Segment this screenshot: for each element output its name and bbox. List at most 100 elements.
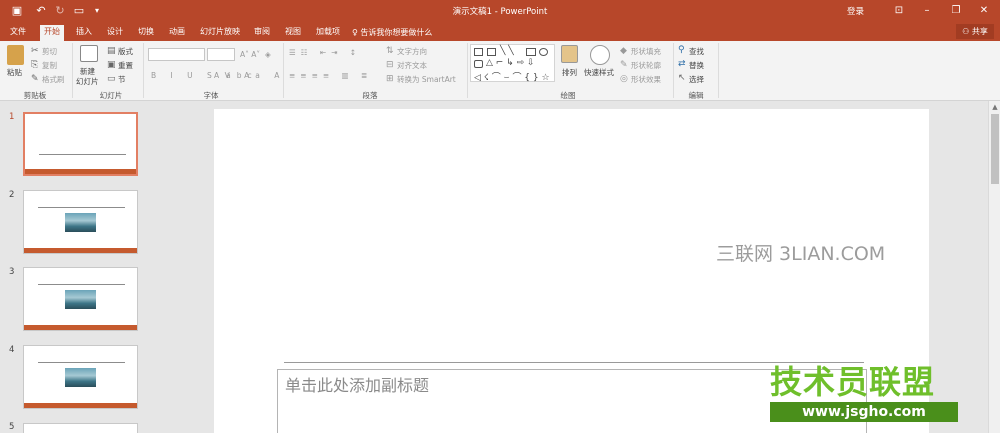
group-divider — [143, 43, 144, 98]
format-painter-button[interactable]: 格式刷 — [42, 74, 65, 85]
textbox-shape-icon[interactable] — [474, 48, 483, 56]
cut-button[interactable]: 剪切 — [42, 46, 57, 57]
select-button[interactable]: 选择 — [689, 74, 704, 85]
login-link[interactable]: 登录 — [847, 5, 864, 17]
new-slide-button-line2[interactable]: 幻灯片 — [76, 76, 99, 87]
paragraph-group-label: 段落 — [362, 91, 378, 100]
slide-number: 4 — [9, 345, 15, 355]
site-watermark: 三联网 3LIAN.COM — [716, 243, 886, 265]
shape-outline-button[interactable]: 形状轮廓 — [631, 60, 661, 71]
tab-file[interactable]: 文件 — [6, 25, 30, 41]
section-icon: ▭ — [107, 74, 116, 84]
triangle-shape-icon[interactable]: △ ⌐ ↳ ⇨ ⇩ — [486, 58, 535, 68]
logo-url: www.jsgho.com — [770, 402, 958, 422]
tab-view[interactable]: 视图 — [281, 25, 305, 41]
find-button[interactable]: 查找 — [689, 46, 704, 57]
title-bar: ▣ ↶ ↻ ▭ ▾ 演示文稿1 - PowerPoint 登录 ⊡ – ❐ ✕ — [0, 0, 1000, 22]
font-spacing-buttons[interactable]: AV Aa A — [214, 71, 285, 80]
logo-text: 技术员联盟 — [770, 363, 936, 401]
misc-shapes-icon[interactable]: ◁ ☇ ⌒ ⌣ ⌒ { } ☆ — [474, 70, 550, 83]
reset-button[interactable]: 重置 — [118, 60, 133, 71]
slide-number: 5 — [9, 422, 15, 432]
cut-icon: ✂ — [31, 46, 39, 56]
slide-number: 2 — [9, 190, 15, 200]
thumb-accent-bar — [24, 248, 137, 253]
slides-group-label: 幻灯片 — [99, 91, 123, 100]
tab-design[interactable]: 设计 — [103, 25, 127, 41]
slide-number: 1 — [9, 112, 15, 122]
tab-addins[interactable]: 加载项 — [312, 25, 344, 41]
convert-smartart-button[interactable]: 转换为 SmartArt — [397, 74, 456, 85]
smartart-icon: ⊞ — [386, 74, 394, 84]
thumb-title-line — [38, 207, 125, 208]
ribbon-display-icon[interactable]: ⊡ — [885, 0, 913, 22]
grow-font-icon[interactable]: A˄ A˅ — [240, 50, 260, 59]
align-text-button[interactable]: 对齐文本 — [397, 60, 427, 71]
clear-format-icon[interactable]: ◈ — [265, 50, 271, 59]
layout-icon: ▤ — [107, 46, 116, 56]
group-divider — [673, 43, 674, 98]
arrange-icon[interactable] — [561, 45, 578, 63]
thumb-title-line — [38, 362, 125, 363]
restore-icon[interactable]: ❐ — [942, 0, 970, 22]
scrollbar-thumb[interactable] — [991, 114, 999, 184]
tab-home[interactable]: 开始 — [40, 25, 64, 41]
slide-thumbnail-4[interactable] — [23, 345, 138, 409]
select-icon: ↖ — [678, 73, 686, 83]
quick-styles-button[interactable]: 快速样式 — [584, 67, 614, 78]
new-slide-icon[interactable] — [80, 45, 98, 62]
tab-insert[interactable]: 插入 — [72, 25, 96, 41]
quick-styles-icon[interactable] — [590, 45, 610, 65]
share-label: 共享 — [971, 27, 988, 36]
align-buttons[interactable]: ≡≡≡≡ ▥ ≣ — [289, 71, 372, 80]
section-button[interactable]: 节 — [118, 74, 126, 85]
group-divider — [467, 43, 468, 98]
share-button[interactable]: ⚇ 共享 — [956, 24, 994, 39]
shape-effects-icon: ◎ — [620, 74, 628, 84]
slide-thumbnail-5[interactable] — [23, 423, 138, 433]
vertical-scrollbar[interactable]: ▲ — [988, 101, 1000, 433]
thumb-image — [65, 368, 96, 387]
arrange-button[interactable]: 排列 — [562, 67, 577, 78]
ribbon: 粘贴 ✂ 剪切 ⎘ 复制 ✎ 格式刷 剪贴板 新建 幻灯片 ▤ 版式 ▣ 重置 … — [0, 41, 1000, 101]
tab-transitions[interactable]: 切换 — [134, 25, 158, 41]
oval-shape-icon[interactable] — [539, 48, 548, 56]
shape-fill-icon: ◆ — [620, 46, 627, 56]
group-divider — [283, 43, 284, 98]
font-family-select[interactable] — [148, 48, 205, 61]
group-divider — [718, 43, 719, 98]
lightbulb-icon: ♀ — [352, 28, 358, 37]
rectangle-shape-icon[interactable] — [526, 48, 536, 56]
tab-animations[interactable]: 动画 — [165, 25, 189, 41]
list-buttons[interactable]: ☰☷ ⇤⇥ ↕ — [289, 48, 361, 57]
text-direction-button[interactable]: 文字方向 — [397, 46, 427, 57]
vertical-textbox-shape-icon[interactable] — [487, 48, 496, 56]
shape-effects-button[interactable]: 形状效果 — [631, 74, 661, 85]
slide-thumbnail-3[interactable] — [23, 267, 138, 331]
slide-thumbnail-2[interactable] — [23, 190, 138, 254]
tab-slideshow[interactable]: 幻灯片放映 — [196, 25, 244, 41]
replace-button[interactable]: 替换 — [689, 60, 704, 71]
tab-review[interactable]: 审阅 — [250, 25, 274, 41]
ribbon-tabs: 文件 开始 插入 设计 切换 动画 幻灯片放映 审阅 视图 加载项 ♀ 告诉我你… — [0, 22, 1000, 41]
copy-button[interactable]: 复制 — [42, 60, 57, 71]
layout-button[interactable]: 版式 — [118, 46, 133, 57]
shapes-gallery[interactable]: ╲ ╲ △ ⌐ ↳ ⇨ ⇩ ◁ ☇ ⌒ ⌣ ⌒ { } ☆ — [470, 44, 555, 83]
group-divider — [72, 43, 73, 98]
align-text-icon: ⊟ — [386, 60, 394, 70]
close-icon[interactable]: ✕ — [970, 0, 998, 22]
line-shape-icon[interactable]: ╲ ╲ — [500, 46, 514, 56]
rounded-rect-shape-icon[interactable] — [474, 60, 483, 68]
slide-thumbnail-1[interactable] — [23, 112, 138, 176]
minimize-icon[interactable]: – — [913, 0, 941, 22]
subtitle-placeholder-text[interactable]: 单击此处添加副标题 — [285, 372, 429, 396]
scroll-up-icon[interactable]: ▲ — [989, 101, 1000, 113]
editing-group-label: 编辑 — [688, 91, 704, 100]
shape-fill-button[interactable]: 形状填充 — [631, 46, 661, 57]
paste-button[interactable]: 粘贴 — [7, 67, 22, 78]
font-group-label: 字体 — [203, 91, 219, 100]
find-icon: ⚲ — [678, 45, 685, 55]
tell-me-box[interactable]: ♀ 告诉我你想要做什么 — [352, 27, 432, 38]
font-size-select[interactable] — [207, 48, 235, 61]
paste-icon[interactable] — [7, 45, 24, 65]
